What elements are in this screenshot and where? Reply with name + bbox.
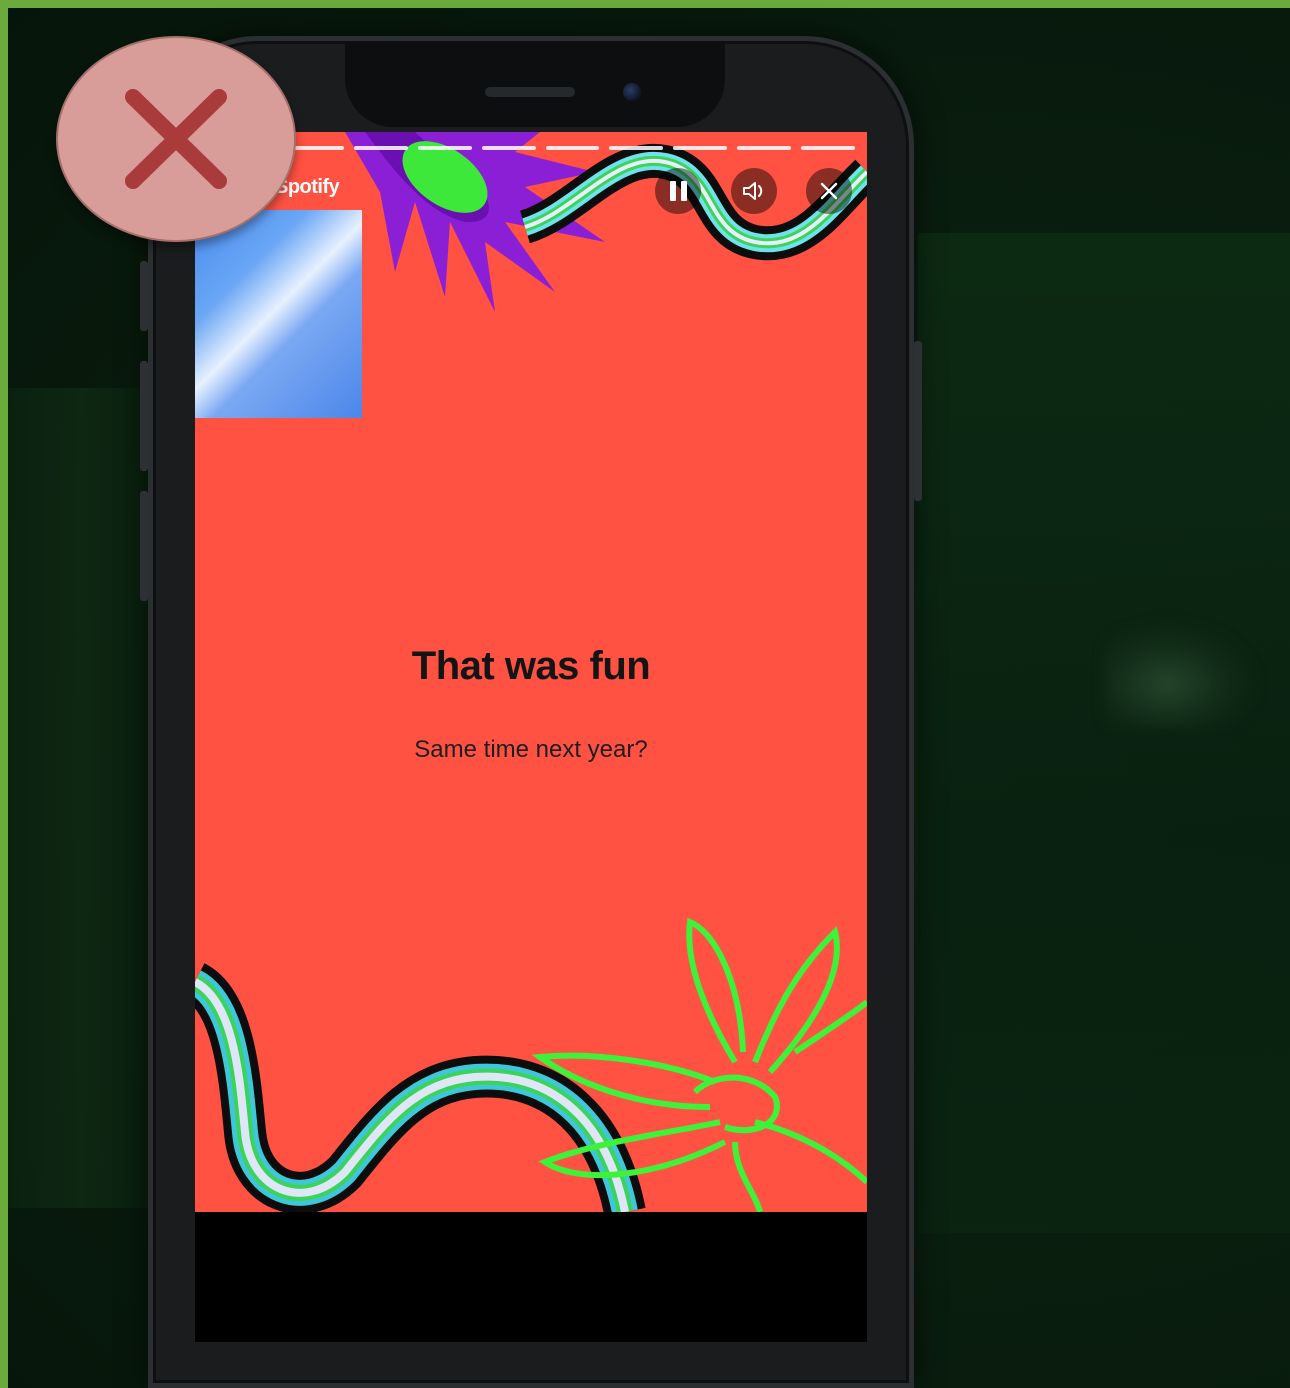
close-story-button[interactable] bbox=[806, 168, 852, 214]
album-art bbox=[195, 210, 362, 418]
phone-bottom-bar bbox=[195, 1212, 867, 1342]
volume-button[interactable] bbox=[731, 168, 777, 214]
close-icon bbox=[820, 182, 838, 200]
pause-button[interactable] bbox=[655, 168, 701, 214]
phone-notch bbox=[345, 41, 725, 127]
background-plant bbox=[8, 388, 158, 1208]
phone-volume-up bbox=[140, 361, 148, 471]
front-camera bbox=[623, 83, 641, 101]
story-subheadline: Same time next year? bbox=[414, 736, 648, 763]
volume-icon bbox=[743, 182, 763, 200]
speaker-grille bbox=[485, 87, 575, 97]
story-progress-bar bbox=[290, 146, 856, 150]
phone-volume-down bbox=[140, 491, 148, 601]
bottom-left-wave bbox=[195, 963, 646, 1212]
phone-mute-switch bbox=[140, 261, 148, 331]
red-x-icon bbox=[125, 89, 227, 189]
flower-decoration bbox=[531, 917, 867, 1212]
background-figure bbox=[1103, 618, 1263, 728]
phone-power-button bbox=[914, 341, 922, 501]
pause-icon bbox=[669, 181, 687, 201]
background-panel bbox=[918, 233, 1290, 1233]
story-screen[interactable]: Spotify That was fun Same time next year… bbox=[195, 132, 867, 1212]
story-headline: That was fun bbox=[411, 644, 651, 688]
reject-marker bbox=[56, 36, 296, 242]
